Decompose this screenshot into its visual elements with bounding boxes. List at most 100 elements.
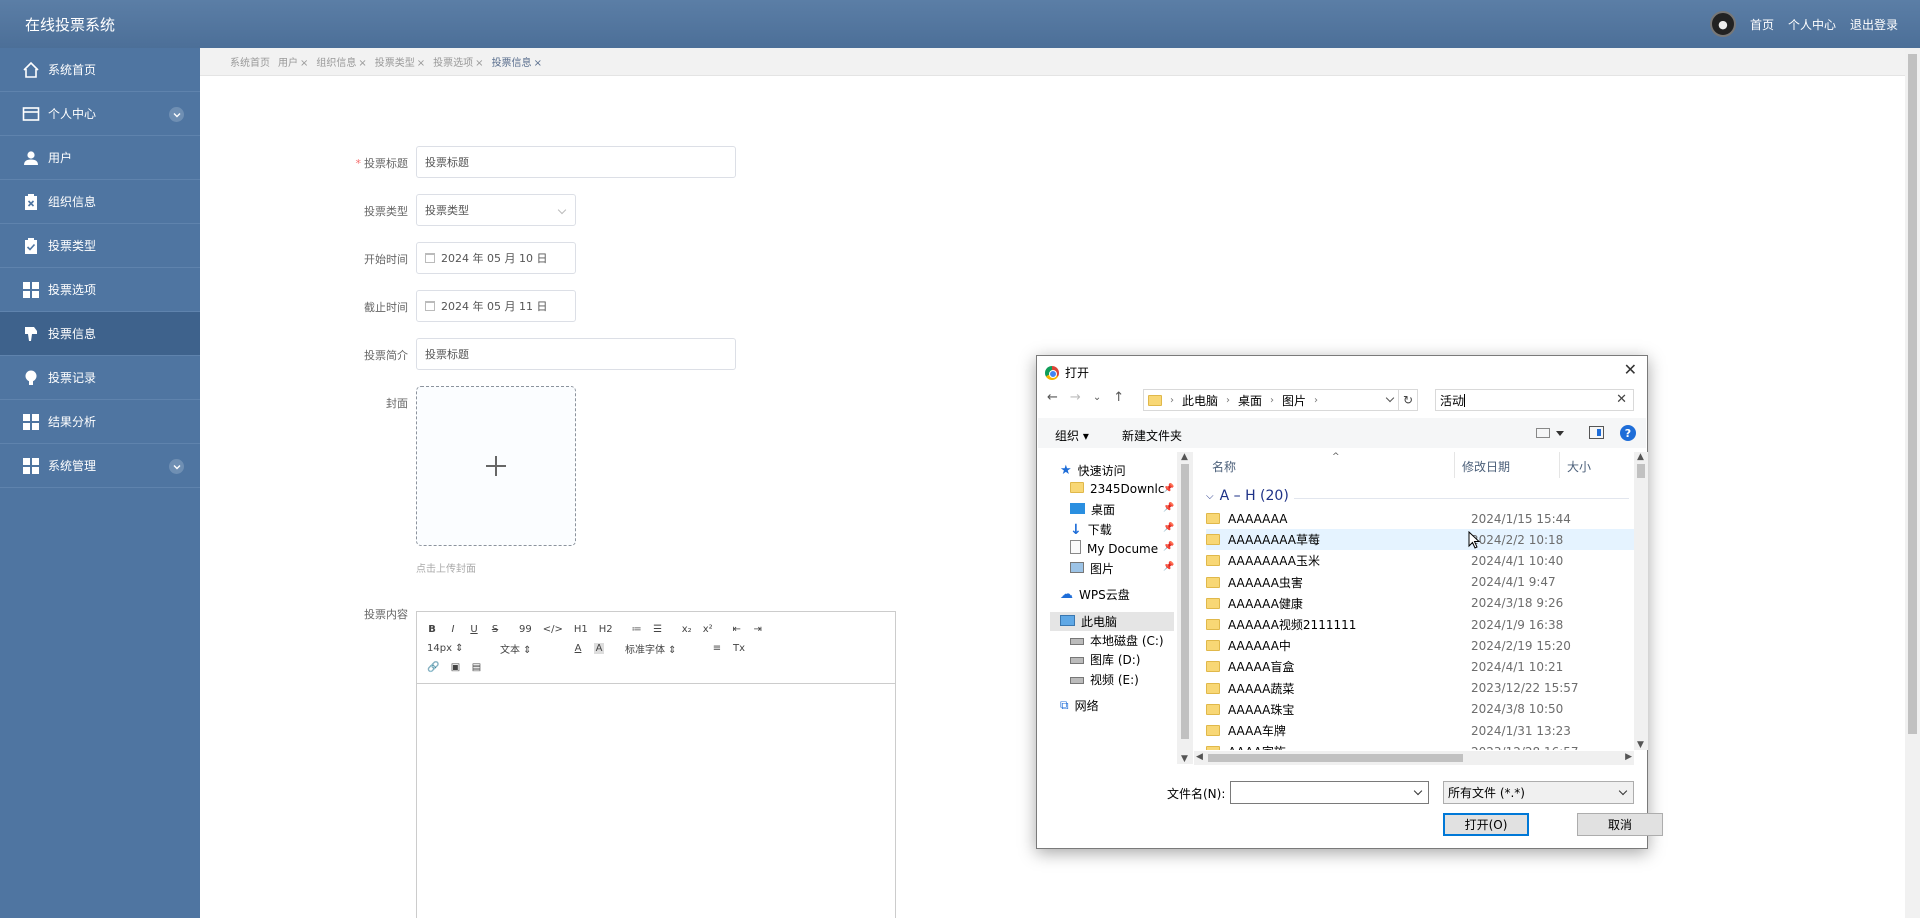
nav-pane-item[interactable]: ⧉ 网络 (1060, 697, 1099, 714)
file-row[interactable]: AAAAAA虫害 2024/4/1 9:47 (1206, 572, 1634, 593)
editor-tool-button[interactable]: x₂ (682, 624, 692, 635)
file-row[interactable]: AAAAA蔬菜 2023/12/22 15:57 (1206, 678, 1634, 699)
close-icon[interactable]: × (534, 58, 542, 69)
editor-tool-button[interactable]: ⇥ (753, 624, 763, 635)
file-row[interactable]: AAAAAAA 2024/1/15 15:44 (1206, 508, 1634, 529)
view-options-icon[interactable] (1536, 428, 1550, 438)
column-size[interactable]: 大小 (1567, 458, 1591, 475)
breadcrumb-tab[interactable]: 组织信息 × (316, 54, 366, 69)
refresh-icon[interactable]: ↻ (1398, 390, 1417, 410)
home-link[interactable]: 首页 (1750, 16, 1774, 33)
close-icon[interactable]: × (475, 58, 483, 69)
font-color-button[interactable]: A (573, 643, 583, 654)
path-segment[interactable]: 图片 (1282, 392, 1306, 409)
editor-tool-button[interactable]: ≔ (632, 624, 642, 635)
column-date[interactable]: 修改日期 (1462, 458, 1510, 475)
close-icon[interactable]: × (358, 58, 366, 69)
nav-pane-item[interactable]: 图库 (D:) (1070, 651, 1140, 668)
sidebar-item[interactable]: 系统管理 (0, 444, 200, 488)
editor-tool-button[interactable]: ⇤ (732, 624, 742, 635)
file-row[interactable]: AAAA车牌 2024/1/31 13:23 (1206, 720, 1634, 741)
link-icon[interactable]: 🔗 (427, 662, 439, 673)
sidebar-item[interactable]: 投票信息 (0, 312, 200, 356)
preview-pane-icon[interactable] (1589, 426, 1604, 439)
nav-pane-item[interactable]: 本地磁盘 (C:) (1070, 632, 1164, 649)
nav-pane-item[interactable]: 2345Downlc (1070, 482, 1164, 496)
background-color-button[interactable]: A (594, 643, 604, 654)
title-input[interactable]: 投票标题 (416, 146, 736, 178)
editor-tool-button[interactable]: H1 (574, 624, 588, 635)
nav-pane-item[interactable]: 此电脑 (1050, 612, 1174, 631)
chevron-down-icon[interactable] (1385, 393, 1395, 403)
new-folder-button[interactable]: 新建文件夹 (1122, 427, 1182, 444)
page-scrollbar[interactable] (1905, 48, 1920, 918)
help-icon[interactable]: ? (1620, 425, 1636, 441)
avatar[interactable]: ● (1709, 11, 1736, 37)
logout-link[interactable]: 退出登录 (1850, 16, 1898, 33)
forward-arrow-icon[interactable]: → (1070, 390, 1081, 405)
font-size-select[interactable]: 14px ⇕ (427, 643, 489, 654)
clear-format-button[interactable]: Tx (733, 643, 745, 654)
editor-tool-button[interactable]: I (448, 624, 458, 635)
file-row[interactable]: AAAAAA中 2024/2/19 15:20 (1206, 635, 1634, 656)
column-name[interactable]: 名称 (1212, 458, 1236, 475)
open-button[interactable]: 打开(O) (1443, 813, 1529, 836)
chevron-down-icon[interactable] (1413, 786, 1423, 796)
sidebar-item[interactable]: 组织信息 (0, 180, 200, 224)
sidebar-item[interactable]: 投票选项 (0, 268, 200, 312)
start-date-input[interactable]: 2024 年 05 月 10 日 (416, 242, 576, 274)
intro-input[interactable]: 投票标题 (416, 338, 736, 370)
editor-tool-button[interactable]: </> (543, 624, 563, 635)
chevron-down-icon[interactable] (169, 459, 184, 474)
scroll-right-icon[interactable]: ▶ (1625, 752, 1632, 762)
text-type-select[interactable]: 文本 ⇕ (500, 641, 562, 656)
file-list-vscrollbar-thumb[interactable] (1637, 464, 1645, 478)
nav-pane-item[interactable]: 图片 (1070, 560, 1114, 577)
cancel-button[interactable]: 取消 (1577, 813, 1663, 836)
nav-pane-item[interactable]: My Docume (1070, 540, 1158, 557)
scroll-left-icon[interactable]: ◀ (1196, 752, 1203, 762)
font-family-select[interactable]: 标准字体 ⇕ (625, 641, 701, 656)
dialog-close-button[interactable]: ✕ (1624, 360, 1637, 379)
nav-pane-item[interactable]: ★ 快速访问 (1060, 462, 1126, 479)
column-divider[interactable] (1454, 452, 1455, 478)
align-button[interactable]: ≡ (712, 643, 722, 654)
nav-pane-item[interactable]: ☁ WPS云盘 (1060, 586, 1130, 603)
end-date-input[interactable]: 2024 年 05 月 11 日 (416, 290, 576, 322)
file-row[interactable]: AAAAAA健康 2024/3/18 9:26 (1206, 593, 1634, 614)
nav-pane-scrollbar[interactable]: ▲ ▼ (1177, 452, 1193, 764)
back-arrow-icon[interactable]: ← (1047, 390, 1058, 405)
close-icon[interactable]: × (300, 58, 308, 69)
sidebar-item[interactable]: 个人中心 (0, 92, 200, 136)
breadcrumb-tab[interactable]: 系统首页 (230, 54, 270, 69)
filetype-select[interactable]: 所有文件 (*.*) (1443, 781, 1634, 804)
file-row[interactable]: AAAAA盲盒 2024/4/1 10:21 (1206, 656, 1634, 677)
editor-tool-button[interactable]: x² (703, 624, 713, 635)
editor-tool-button[interactable]: U (469, 624, 479, 635)
sidebar-item[interactable]: 系统首页 (0, 48, 200, 92)
address-bar[interactable]: › 此电脑 › 桌面 › 图片 › ↻ (1143, 389, 1418, 411)
cover-upload[interactable] (416, 386, 576, 546)
editor-tool-button[interactable]: ☰ (653, 624, 663, 635)
path-segment[interactable]: 此电脑 (1182, 392, 1218, 409)
search-input[interactable]: 活动 ✕ (1435, 389, 1634, 411)
sidebar-item[interactable]: 投票类型 (0, 224, 200, 268)
file-row[interactable]: AAAAAAAA草莓 2024/2/2 10:18 (1206, 529, 1634, 551)
view-dropdown-icon[interactable] (1556, 431, 1564, 436)
up-arrow-icon[interactable]: ↑ (1113, 390, 1124, 405)
scroll-up-icon[interactable]: ▲ (1181, 452, 1188, 462)
chevron-down-icon[interactable] (169, 107, 184, 122)
file-row[interactable]: AAAAAA视频2111111 2024/1/9 16:38 (1206, 614, 1634, 635)
file-group-header[interactable]: ⌵ A – H (20) (1206, 488, 1289, 504)
file-list-hscrollbar[interactable]: ◀ ▶ (1194, 751, 1634, 765)
video-icon[interactable]: ▤ (471, 662, 481, 673)
file-row[interactable]: AAAA家族2023/12/28 16:57 (1206, 741, 1634, 750)
scroll-down-icon[interactable]: ▼ (1637, 740, 1644, 750)
scroll-down-icon[interactable]: ▼ (1181, 754, 1188, 764)
editor-tool-button[interactable]: S (490, 624, 500, 635)
nav-pane-item[interactable]: 桌面 (1070, 501, 1115, 518)
file-list-vscrollbar[interactable]: ▲ ▼ (1634, 452, 1648, 750)
scroll-up-icon[interactable]: ▲ (1637, 452, 1644, 462)
breadcrumb-tab[interactable]: 投票选项 × (433, 54, 483, 69)
type-select[interactable]: 投票类型 (416, 194, 576, 226)
